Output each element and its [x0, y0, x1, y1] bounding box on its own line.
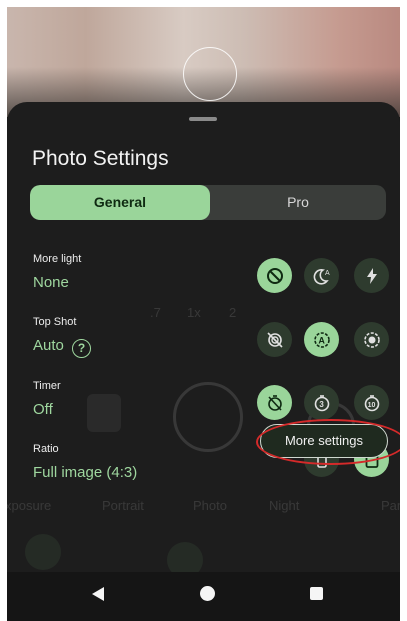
focus-ring — [183, 47, 237, 101]
ghost-mode-pano: Pano — [381, 498, 400, 513]
ghost-zoom-2: 2 — [229, 305, 237, 320]
red-highlight-circle — [256, 419, 400, 465]
timer-3s-label: 3 — [319, 400, 324, 409]
top-shot-on-icon — [363, 331, 380, 348]
ratio-value: Full image (4:3) — [33, 464, 138, 481]
flash-button[interactable] — [354, 258, 389, 293]
timer-3s-button[interactable]: 3 — [304, 385, 339, 420]
ghost-mode-portrait: Portrait — [102, 498, 144, 513]
top-shot-off-icon — [266, 331, 283, 348]
phone-screen: .7 1x 2 xposure Portrait Photo Night Pan… — [7, 7, 400, 621]
ghost-shutter — [173, 382, 243, 452]
ghost-settings-button — [25, 534, 61, 570]
top-shot-label: Top Shot — [33, 316, 77, 328]
sheet-title: Photo Settings — [32, 147, 169, 170]
drag-handle[interactable] — [189, 117, 217, 121]
photo-settings-sheet: .7 1x 2 xposure Portrait Photo Night Pan… — [7, 102, 400, 578]
camera-viewfinder[interactable] — [7, 7, 400, 117]
top-shot-value: Auto — [33, 337, 64, 354]
night-sight-auto-button[interactable]: A — [304, 258, 339, 293]
ghost-mode-exposure: xposure — [7, 498, 52, 513]
recents-icon[interactable] — [310, 587, 323, 600]
off-icon — [266, 267, 283, 284]
back-icon[interactable] — [92, 587, 104, 601]
more-light-off-button[interactable] — [257, 258, 292, 293]
top-shot-value-row: Auto ? — [33, 337, 92, 358]
top-shot-auto-button[interactable]: A — [304, 322, 339, 357]
ghost-mode-photo: Photo — [193, 498, 227, 513]
svg-text:A: A — [318, 335, 325, 345]
timer-label: Timer — [33, 380, 61, 392]
flash-icon — [366, 267, 377, 284]
top-shot-auto-icon: A — [313, 331, 330, 348]
top-shot-on-button[interactable] — [354, 322, 389, 357]
more-light-label: More light — [33, 253, 82, 265]
timer-off-icon — [267, 394, 282, 411]
ghost-zoom-0-7: .7 — [150, 305, 161, 320]
timer-value: Off — [33, 401, 53, 418]
ghost-thumbnail — [87, 394, 121, 432]
more-light-value: None — [33, 274, 69, 291]
timer-10s-label: 10 — [367, 401, 375, 408]
night-auto-icon: A — [313, 268, 330, 285]
timer-10s-icon: 10 — [364, 394, 379, 411]
system-navigation-bar — [7, 572, 400, 621]
timer-3s-icon: 3 — [314, 394, 329, 411]
ratio-label: Ratio — [33, 443, 59, 455]
svg-text:A: A — [325, 270, 330, 277]
timer-off-button[interactable] — [257, 385, 292, 420]
home-icon[interactable] — [200, 586, 215, 601]
help-icon[interactable]: ? — [72, 339, 92, 358]
timer-10s-button[interactable]: 10 — [354, 385, 389, 420]
settings-tab-bar: General Pro — [30, 185, 386, 220]
tab-general[interactable]: General — [30, 185, 210, 220]
ghost-mode-night: Night — [269, 498, 300, 513]
tab-pro[interactable]: Pro — [210, 185, 386, 220]
top-shot-off-button[interactable] — [257, 322, 292, 357]
ghost-zoom-1x: 1x — [187, 305, 201, 320]
